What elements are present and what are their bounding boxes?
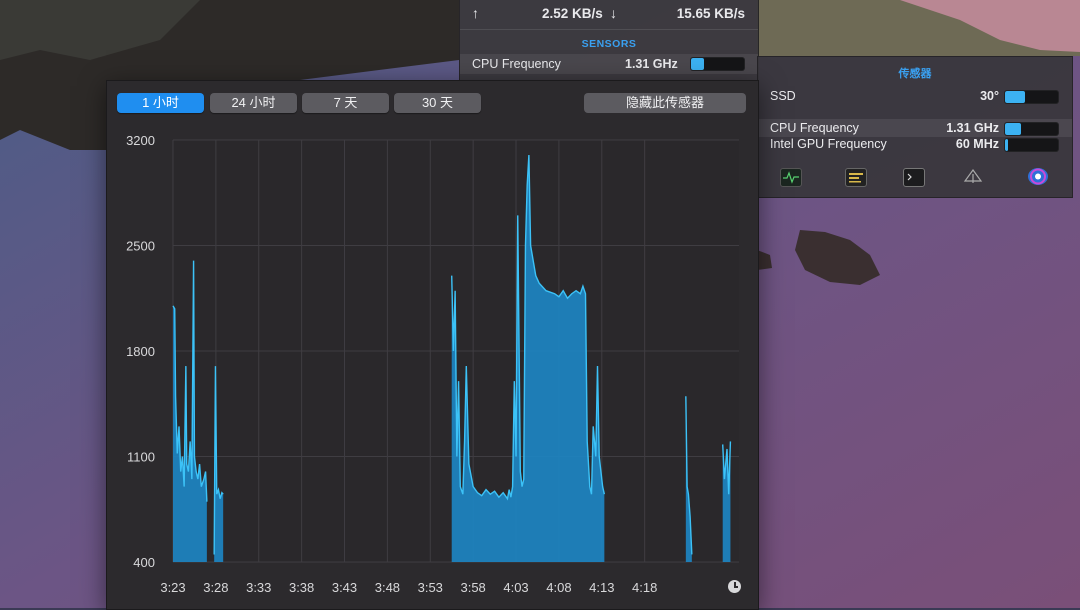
sensors-panel-title: 传感器: [898, 68, 932, 80]
x-tick-label: 4:03: [503, 580, 528, 595]
sensor-name: Intel GPU Frequency: [770, 137, 887, 151]
terminal-icon[interactable]: [903, 168, 925, 187]
sensor-level-bar: [1004, 90, 1059, 104]
sensor-row-cpu-frequency[interactable]: CPU Frequency 1.31 GHz: [460, 54, 758, 74]
x-tick-label: 3:23: [160, 580, 185, 595]
upload-arrow-icon: ↑: [472, 5, 479, 21]
sensor-level-fill: [1005, 91, 1026, 103]
x-tick-label: 3:43: [332, 580, 357, 595]
y-tick-label: 3200: [126, 133, 155, 148]
x-tick-label: 3:58: [460, 580, 485, 595]
x-tick-label: 3:28: [203, 580, 228, 595]
x-tick-label: 4:13: [589, 580, 614, 595]
sensor-level-fill: [1005, 123, 1021, 135]
upload-speed: 2.52 KB/s: [542, 6, 603, 21]
range-tab-24-hours[interactable]: 24 小时: [210, 93, 297, 113]
hide-sensor-button[interactable]: 隐藏此传感器: [584, 93, 746, 113]
network-sensors-menu: ↑ 2.52 KB/s ↓ 15.65 KB/s SENSORS CPU Fre…: [459, 0, 759, 80]
sensor-value: 30°: [980, 89, 999, 103]
disk-utility-icon[interactable]: [963, 168, 983, 185]
network-row: ↑ 2.52 KB/s ↓ 15.65 KB/s: [460, 0, 758, 28]
y-tick-label: 1800: [126, 344, 155, 359]
cpu-frequency-chart: 3200 2500 1800 1100 400 3:23 3:28 3:33 3:38 3:43 3…: [126, 133, 739, 595]
sensor-level-fill: [1005, 139, 1008, 151]
app-shortcuts-toolbar: [758, 165, 1072, 191]
sensor-name: CPU Frequency: [770, 121, 859, 135]
download-speed: 15.65 KB/s: [676, 6, 745, 21]
sensor-level-bar: [1004, 138, 1059, 152]
activity-monitor-icon[interactable]: [780, 168, 802, 187]
download-arrow-icon: ↓: [610, 5, 617, 21]
sensor-value: 1.31 GHz: [946, 121, 999, 135]
x-tick-label: 3:48: [375, 580, 400, 595]
sensor-value: 1.31 GHz: [625, 57, 678, 71]
sensor-level-bar: [1004, 122, 1059, 136]
x-tick-label: 3:53: [418, 580, 443, 595]
range-tab-1-hour[interactable]: 1 小时: [117, 93, 204, 113]
x-tick-label: 4:18: [632, 580, 657, 595]
sensor-value: 60 MHz: [955, 137, 999, 151]
divider: [460, 29, 758, 30]
sensor-row-ssd[interactable]: SSD 30°: [758, 87, 1072, 105]
console-icon[interactable]: [845, 168, 867, 187]
sensors-header: SENSORS: [581, 38, 637, 50]
y-tick-label: 1100: [127, 450, 155, 465]
sensor-history-window: 3200 2500 1800 1100 400 3:23 3:28 3:33 3:38 3:43 3…: [106, 80, 759, 610]
sensor-row-intel-gpu-frequency[interactable]: Intel GPU Frequency 60 MHz: [758, 135, 1072, 153]
sensors-panel: 传感器 SSD 30° CPU Frequency 1.31 GHz Intel…: [757, 56, 1073, 198]
y-tick-label: 2500: [126, 239, 155, 254]
x-tick-label: 3:38: [289, 580, 314, 595]
istat-icon[interactable]: [1028, 168, 1048, 185]
x-tick-label: 4:08: [546, 580, 571, 595]
clock-icon[interactable]: [728, 580, 741, 593]
y-tick-label: 400: [133, 555, 155, 570]
sensor-name: CPU Frequency: [472, 57, 561, 71]
sensor-level-fill: [691, 58, 705, 70]
range-tab-30-days[interactable]: 30 天: [394, 93, 481, 113]
range-tab-7-days[interactable]: 7 天: [302, 93, 389, 113]
sensor-name: SSD: [770, 89, 796, 103]
sensor-level-bar: [690, 57, 745, 71]
x-tick-label: 3:33: [246, 580, 271, 595]
